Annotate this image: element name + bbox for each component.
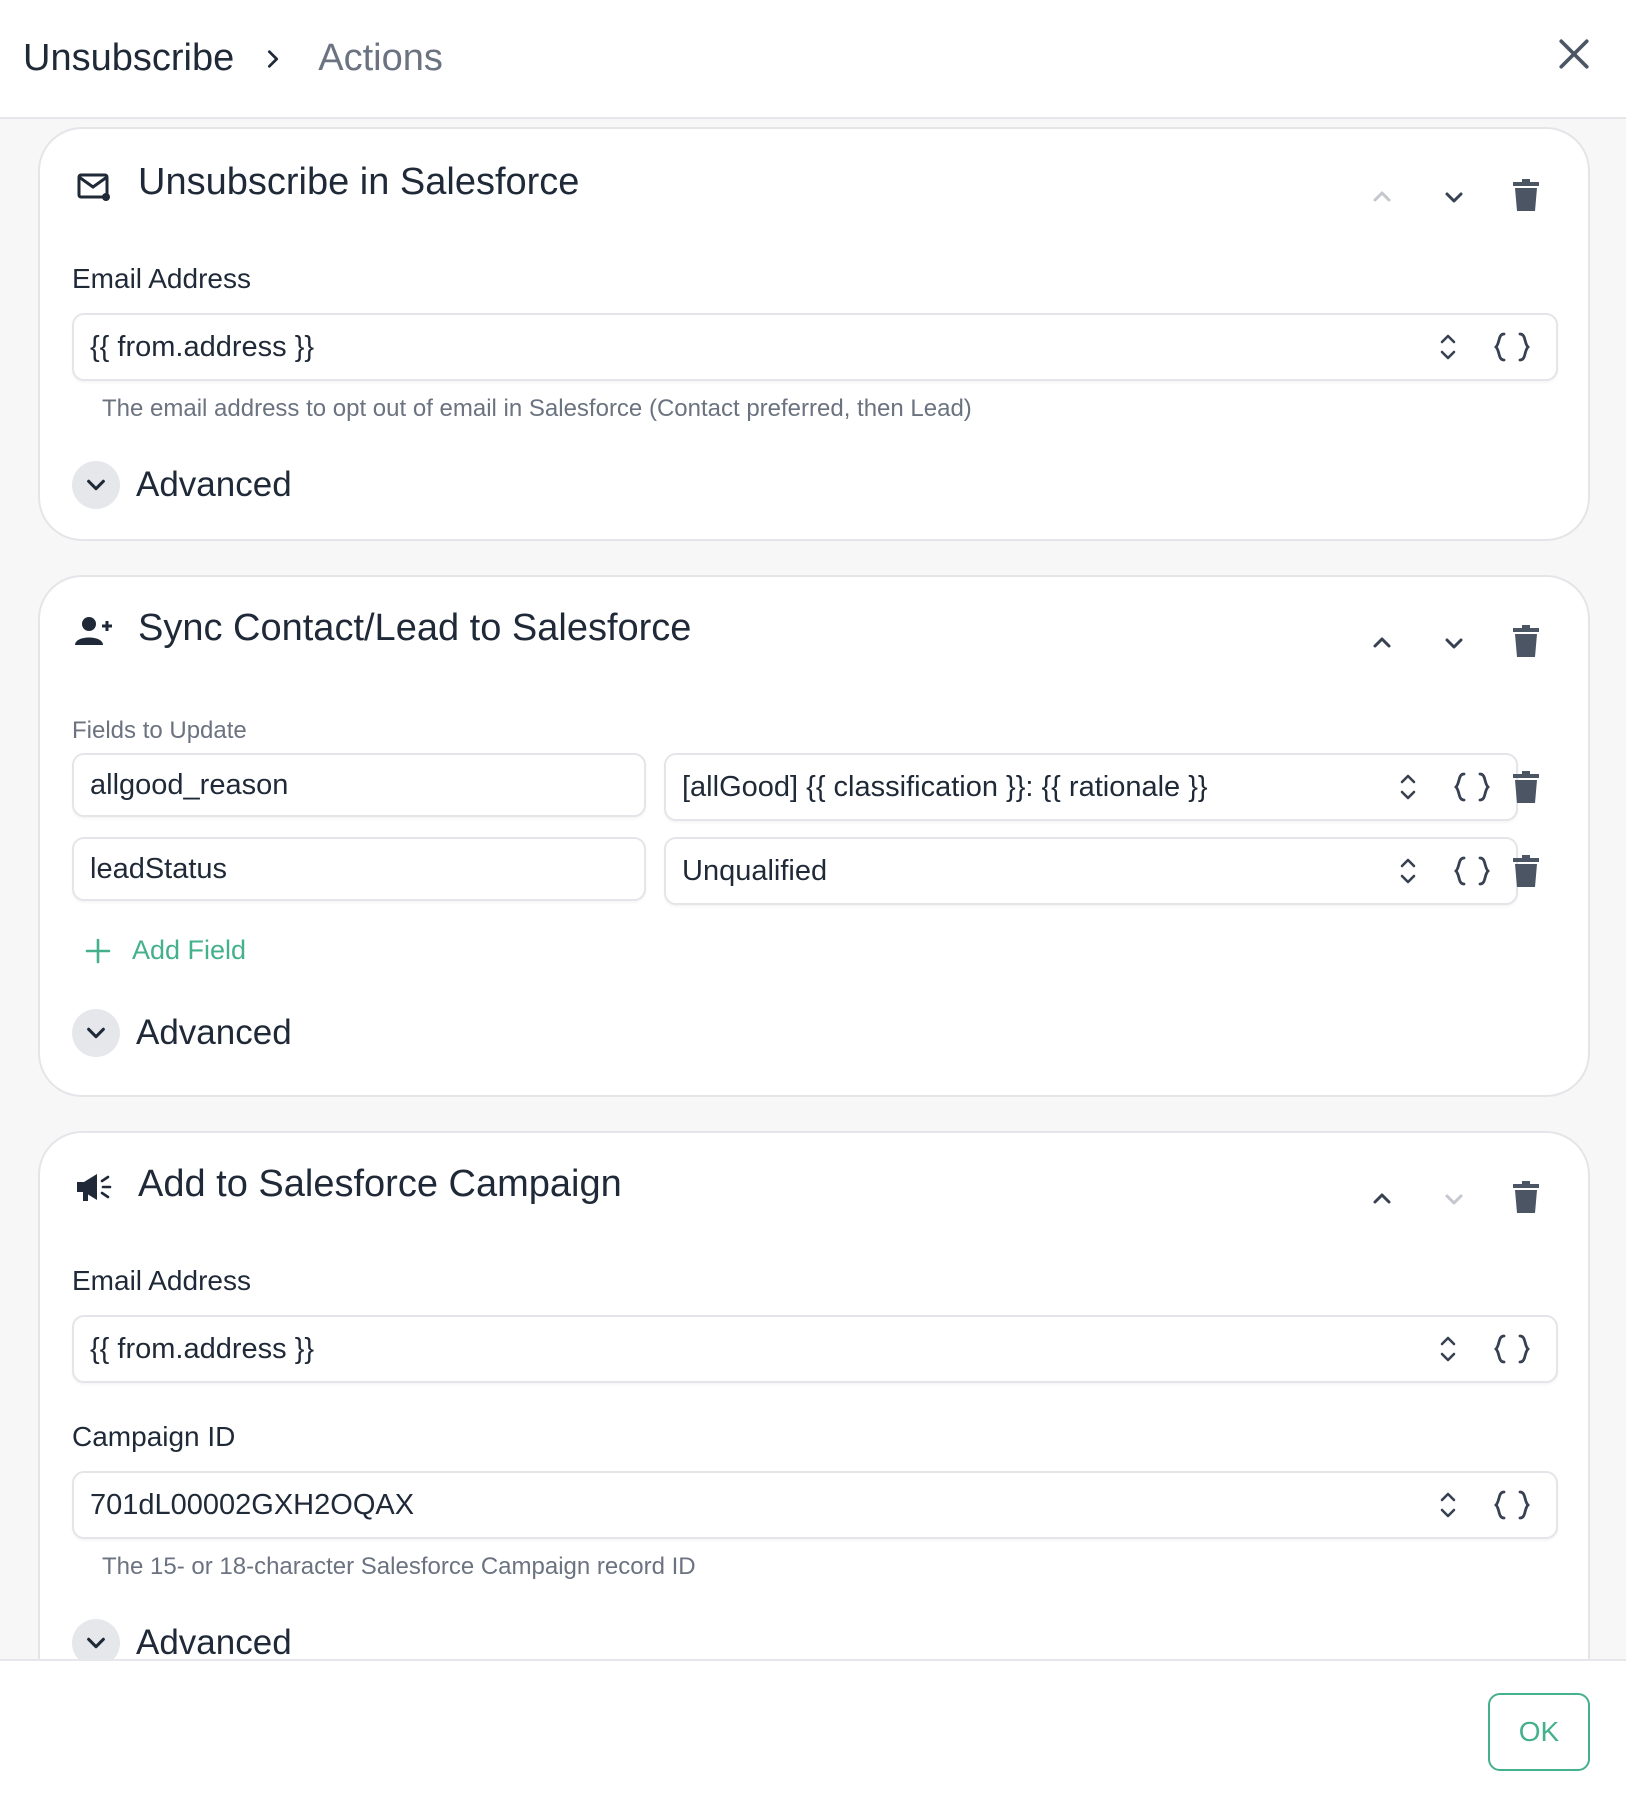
expand-collapse-icon[interactable] (1388, 851, 1428, 891)
card-title: Add to Salesforce Campaign (138, 1163, 622, 1205)
breadcrumb-root[interactable]: Unsubscribe (23, 37, 234, 80)
trash-icon (1513, 625, 1539, 657)
advanced-toggle[interactable]: Advanced (72, 1009, 292, 1057)
chevron-up-icon (1373, 637, 1391, 648)
field-value-value: Unqualified (682, 854, 828, 887)
chevron-right-icon (258, 44, 288, 74)
field-value-input[interactable]: [allGood] {{ classification }}: {{ ratio… (664, 753, 1518, 821)
actions-list[interactable]: Unsubscribe in Salesforce Email Address … (0, 119, 1626, 1659)
email-address-label: Email Address (72, 263, 251, 294)
card-title: Unsubscribe in Salesforce (138, 161, 580, 203)
dialog-footer: OK (0, 1659, 1626, 1794)
user-plus-icon (74, 611, 114, 651)
chevron-down-icon (1445, 1194, 1463, 1205)
mail-icon (74, 167, 114, 207)
email-address-value: {{ from.address }} (90, 330, 315, 363)
chevron-down-icon (72, 1009, 120, 1057)
campaign-id-label: Campaign ID (72, 1421, 236, 1452)
template-braces-icon[interactable] (1490, 1485, 1534, 1525)
chevron-up-icon (1373, 191, 1391, 202)
trash-icon (1513, 855, 1539, 887)
expand-collapse-icon[interactable] (1428, 1485, 1468, 1525)
action-card-unsubscribe: Unsubscribe in Salesforce Email Address … (38, 127, 1590, 541)
move-up-button[interactable] (1360, 621, 1404, 665)
card-title: Sync Contact/Lead to Salesforce (138, 607, 692, 649)
field-key-input[interactable]: allgood_reason (72, 753, 646, 817)
campaign-id-input[interactable]: 701dL00002GXH2OQAX (72, 1471, 1558, 1539)
email-address-input[interactable]: {{ from.address }} (72, 1315, 1558, 1383)
move-down-button[interactable] (1432, 621, 1476, 665)
move-down-button[interactable] (1432, 175, 1476, 219)
template-braces-icon[interactable] (1450, 851, 1494, 891)
trash-icon (1513, 179, 1539, 211)
delete-action-button[interactable] (1504, 1175, 1548, 1219)
close-icon (1559, 39, 1589, 69)
delete-field-button[interactable] (1504, 849, 1548, 893)
chevron-down-icon (1445, 638, 1463, 649)
chevron-down-icon (72, 461, 120, 509)
chevron-down-icon (72, 1619, 120, 1659)
template-braces-icon[interactable] (1490, 1329, 1534, 1369)
move-up-button[interactable] (1360, 175, 1404, 219)
chevron-up-icon (1373, 1193, 1391, 1204)
campaign-id-value: 701dL00002GXH2OQAX (90, 1488, 415, 1521)
email-address-input[interactable]: {{ from.address }} (72, 313, 1558, 381)
campaign-id-help: The 15- or 18-character Salesforce Campa… (102, 1553, 696, 1580)
delete-action-button[interactable] (1504, 173, 1548, 217)
field-value-value: [allGood] {{ classification }}: {{ ratio… (682, 770, 1208, 803)
advanced-label: Advanced (136, 1013, 292, 1052)
advanced-toggle[interactable]: Advanced (72, 1619, 292, 1659)
action-card-sync-contact: Sync Contact/Lead to Salesforce Fields t… (38, 575, 1590, 1097)
add-field-label: Add Field (132, 935, 247, 965)
chevron-down-icon (1445, 192, 1463, 203)
expand-collapse-icon[interactable] (1428, 327, 1468, 367)
dialog-header: Unsubscribe Actions (0, 0, 1626, 119)
advanced-toggle[interactable]: Advanced (72, 461, 292, 509)
fields-to-update-label: Fields to Update (72, 717, 247, 744)
close-button[interactable] (1552, 32, 1596, 76)
delete-field-button[interactable] (1504, 765, 1548, 809)
field-key-input[interactable]: leadStatus (72, 837, 646, 901)
email-address-label: Email Address (72, 1265, 251, 1296)
ok-button[interactable]: OK (1488, 1693, 1590, 1771)
breadcrumb-current: Actions (318, 37, 443, 79)
email-address-help: The email address to opt out of email in… (102, 395, 972, 422)
field-key-value: leadStatus (90, 852, 228, 885)
action-card-add-campaign: Add to Salesforce Campaign Email Address… (38, 1131, 1590, 1659)
expand-collapse-icon[interactable] (1388, 767, 1428, 807)
move-up-button[interactable] (1360, 1177, 1404, 1221)
megaphone-icon (74, 1167, 114, 1207)
advanced-label: Advanced (136, 465, 292, 504)
field-key-value: allgood_reason (90, 768, 289, 801)
add-field-button[interactable]: Add Field (84, 935, 246, 966)
email-address-value: {{ from.address }} (90, 1332, 315, 1365)
template-braces-icon[interactable] (1490, 327, 1534, 367)
move-down-button[interactable] (1432, 1177, 1476, 1221)
plus-icon (84, 937, 112, 965)
template-braces-icon[interactable] (1450, 767, 1494, 807)
field-value-input[interactable]: Unqualified (664, 837, 1518, 905)
delete-action-button[interactable] (1504, 619, 1548, 663)
expand-collapse-icon[interactable] (1428, 1329, 1468, 1369)
advanced-label: Advanced (136, 1623, 292, 1659)
trash-icon (1513, 771, 1539, 803)
trash-icon (1513, 1181, 1539, 1213)
